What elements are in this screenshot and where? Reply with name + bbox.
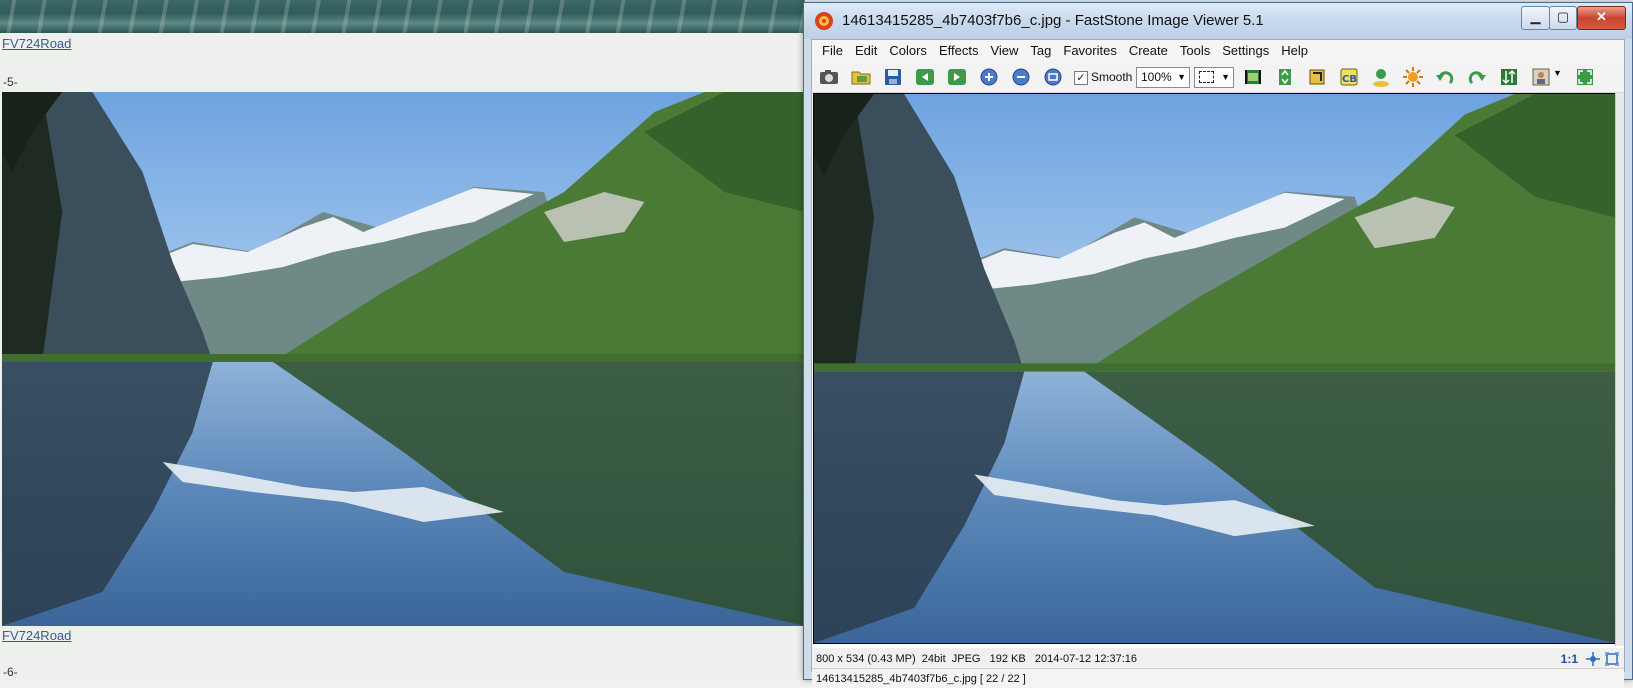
- fit-to-window-icon[interactable]: [1586, 652, 1600, 666]
- menu-create[interactable]: Create: [1123, 40, 1174, 62]
- toolbar: ✓ Smooth 100% ▼ ▼ CB ▼: [812, 62, 1624, 93]
- crop-icon[interactable]: [1306, 66, 1328, 88]
- photo-number-6: -6-: [3, 665, 18, 679]
- title-bar[interactable]: 14613415285_4b7403f7b6_c.jpg - FastStone…: [804, 3, 1632, 39]
- maximize-button[interactable]: ▢: [1549, 6, 1577, 30]
- window-title: 14613415285_4b7403f7b6_c.jpg - FastStone…: [842, 12, 1264, 29]
- dashed-rectangle-icon: [1199, 71, 1214, 83]
- open-folder-icon[interactable]: [850, 66, 872, 88]
- rotate-left-icon[interactable]: [1434, 66, 1456, 88]
- image-info-text: 800 x 534 (0.43 MP) 24bit JPEG 192 KB 20…: [816, 653, 1138, 665]
- menu-view[interactable]: View: [984, 40, 1024, 62]
- actual-size-icon[interactable]: [1042, 66, 1064, 88]
- fv724road-link-top[interactable]: FV724Road: [2, 36, 71, 51]
- menu-settings[interactable]: Settings: [1216, 40, 1275, 62]
- resize-image-icon[interactable]: [1274, 66, 1296, 88]
- chevron-down-icon[interactable]: ▼: [1553, 68, 1562, 78]
- file-status-bar: 14613415285_4b7403f7b6_c.jpg [ 22 / 22 ]: [812, 668, 1624, 688]
- full-screen-toggle-icon[interactable]: [1604, 651, 1620, 667]
- wallpaper-person-icon[interactable]: [1530, 66, 1552, 88]
- acquire-camera-icon[interactable]: [818, 66, 840, 88]
- fv724road-link-bottom[interactable]: FV724Road: [2, 628, 71, 643]
- vertical-scrollbar[interactable]: [1615, 93, 1624, 646]
- image-info-status-bar: 800 x 534 (0.43 MP) 24bit JPEG 192 KB 20…: [812, 650, 1624, 668]
- fjord-photo: [2, 92, 805, 626]
- faststone-app-icon: [815, 12, 833, 30]
- menu-favorites[interactable]: Favorites: [1057, 40, 1122, 62]
- menu-edit[interactable]: Edit: [849, 40, 883, 62]
- fullscreen-icon[interactable]: [1574, 66, 1596, 88]
- menu-tag[interactable]: Tag: [1024, 40, 1057, 62]
- smooth-checkbox[interactable]: ✓: [1074, 71, 1088, 85]
- red-eye-person-icon[interactable]: [1370, 66, 1392, 88]
- file-name-index: 14613415285_4b7403f7b6_c.jpg [ 22 / 22 ]: [816, 673, 1026, 685]
- rotate-right-icon[interactable]: [1466, 66, 1488, 88]
- previous-image-icon[interactable]: [914, 66, 936, 88]
- slideshow-filmstrip-icon[interactable]: [1242, 66, 1264, 88]
- zoom-ratio-label[interactable]: 1:1: [1561, 652, 1578, 666]
- image-viewer-window: 14613415285_4b7403f7b6_c.jpg - FastStone…: [803, 2, 1633, 688]
- zoom-out-icon[interactable]: [1010, 66, 1032, 88]
- brightness-sun-icon[interactable]: [1402, 66, 1424, 88]
- zoom-in-icon[interactable]: [978, 66, 1000, 88]
- menu-file[interactable]: File: [816, 40, 849, 62]
- selection-mode-select[interactable]: ▼: [1194, 67, 1234, 88]
- flip-vertical-icon[interactable]: [1498, 66, 1520, 88]
- minimize-button[interactable]: ▁: [1521, 6, 1550, 30]
- image-viewer-area[interactable]: [812, 93, 1624, 648]
- displayed-fjord-photo[interactable]: [813, 93, 1616, 644]
- photo-number-5: -5-: [3, 75, 18, 89]
- chevron-down-icon: ▼: [1177, 72, 1186, 82]
- menu-help[interactable]: Help: [1275, 40, 1314, 62]
- close-button[interactable]: ✕: [1577, 6, 1626, 30]
- water-photo-strip: [0, 0, 805, 33]
- window-client: File Edit Colors Effects View Tag Favori…: [811, 39, 1625, 688]
- next-image-icon[interactable]: [946, 66, 968, 88]
- save-disk-icon[interactable]: [882, 66, 904, 88]
- menu-bar: File Edit Colors Effects View Tag Favori…: [812, 40, 1624, 62]
- menu-tools[interactable]: Tools: [1174, 40, 1216, 62]
- color-balance-icon[interactable]: CB: [1338, 66, 1360, 88]
- zoom-select[interactable]: 100% ▼: [1136, 67, 1190, 88]
- menu-colors[interactable]: Colors: [883, 40, 933, 62]
- zoom-select-value: 100%: [1141, 70, 1172, 84]
- chevron-down-icon: ▼: [1221, 72, 1230, 82]
- menu-effects[interactable]: Effects: [933, 40, 985, 62]
- smooth-label: Smooth: [1091, 70, 1133, 84]
- svg-text:CB: CB: [1342, 74, 1357, 85]
